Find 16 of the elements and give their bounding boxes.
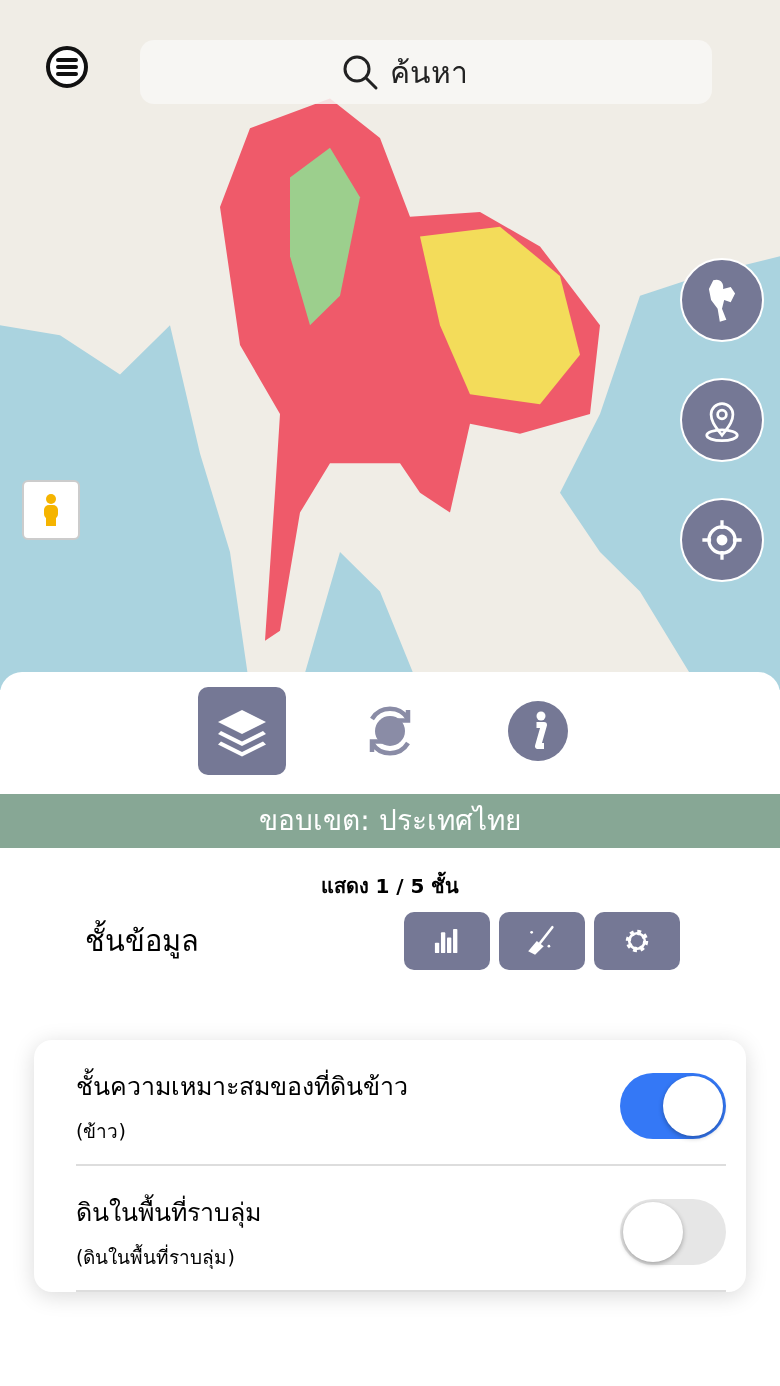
person-icon xyxy=(41,493,61,527)
layer-subtitle: (ข้าว) xyxy=(76,1119,127,1144)
layer-toggle[interactable] xyxy=(620,1199,726,1265)
layer-name: ชั้นความเหมาะสมของที่ดินข้าว xyxy=(76,1066,408,1106)
section-title: ชั้นข้อมูล xyxy=(85,918,404,964)
settings-button[interactable] xyxy=(594,912,680,970)
layer-toggle[interactable] xyxy=(620,1073,726,1139)
chart-button[interactable] xyxy=(404,912,490,970)
layer-subtitle: (ดินในพื้นที่ราบลุ่ม) xyxy=(76,1243,236,1271)
info-icon xyxy=(505,698,571,764)
layer-count: แสดง 1 / 5 ชั้น xyxy=(0,870,780,902)
layers-tab[interactable] xyxy=(198,687,286,775)
layer-name: ดินในพื้นที่ราบลุ่ม xyxy=(76,1192,261,1232)
search-field[interactable]: ค้นหา xyxy=(388,53,512,91)
scope-bar: ขอบเขต: ประเทศไทย xyxy=(0,794,780,848)
clear-button[interactable] xyxy=(499,912,585,970)
